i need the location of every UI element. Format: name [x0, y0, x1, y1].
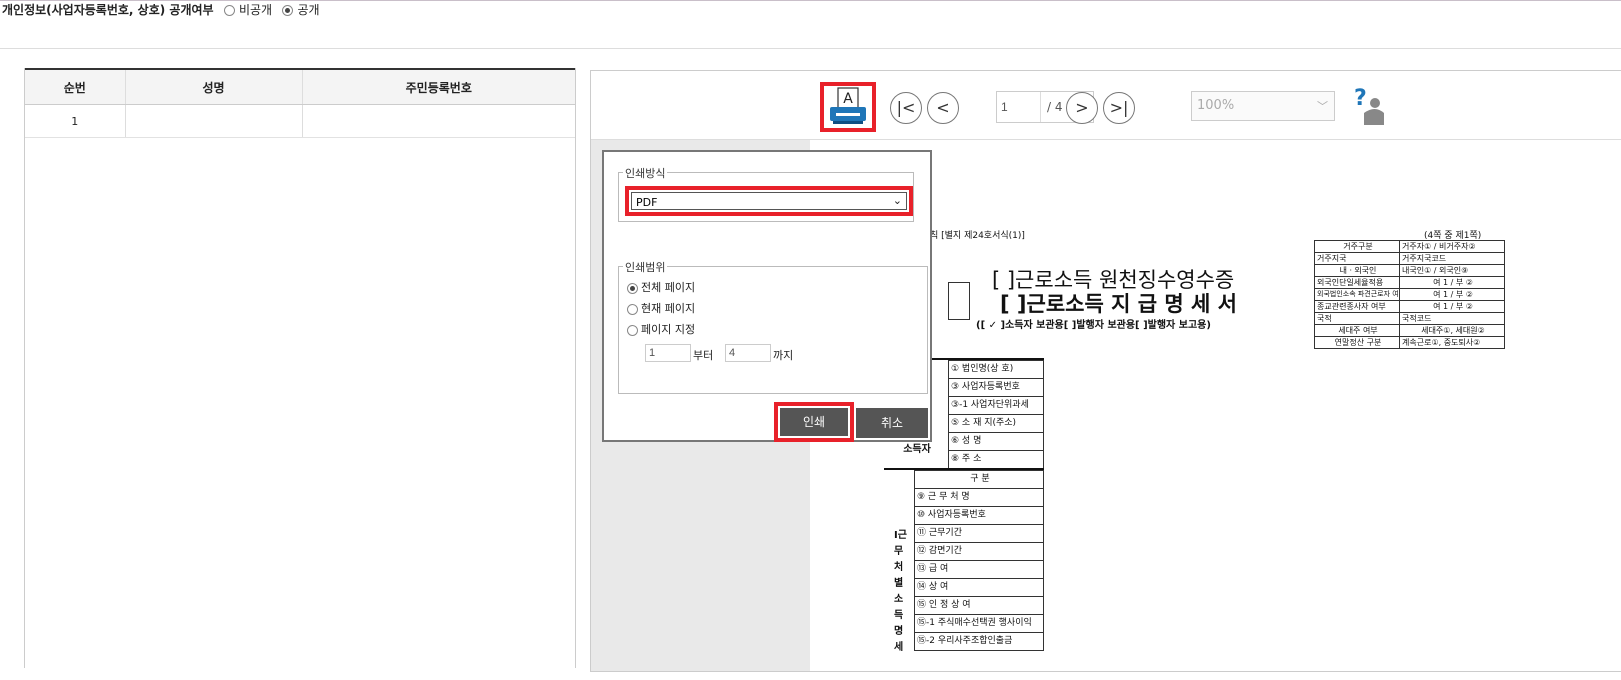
income-row: ⑮ 인 정 상 여: [914, 596, 1044, 615]
payer-row: ③ 사업자등록번호: [948, 378, 1044, 397]
print-method-select[interactable]: PDF ⌄: [625, 186, 913, 216]
table-row: 외국법인소속 파견근로자 여부 여 1 / 부 ②: [1314, 288, 1506, 301]
range-to-input[interactable]: [725, 344, 771, 362]
table-row: 거주지국 거주지국코드: [1314, 252, 1506, 265]
resident-info-table: 거주구분 거주자① / 비거주자② 거주지국 거주지국코드 내ㆍ외국인 내국인①…: [1314, 240, 1506, 349]
table-row: 거주구분 거주자① / 비거주자②: [1314, 240, 1506, 253]
range-all-option[interactable]: 전체 페이지: [627, 279, 695, 295]
income-row: ⑮-1 주식매수선택권 행사이익: [914, 614, 1044, 633]
page-number-input[interactable]: [997, 92, 1041, 122]
table-header-row: 순번 성명 주민등록번호: [25, 68, 575, 105]
radio-private-label: 비공개: [238, 3, 273, 17]
print-dialog: 인쇄방식 PDF ⌄ 인쇄범위 전체 페이지 현재 페이지 페이지 지정 부터 …: [602, 150, 932, 442]
income-header: 구 분: [914, 470, 1044, 489]
income-row: ⑭ 상 여: [914, 578, 1044, 597]
range-to-label: 까지: [773, 349, 794, 362]
table-row: 세대주 여부 세대주①, 세대원②: [1314, 324, 1506, 337]
radio-public[interactable]: [282, 5, 294, 16]
payer-row: ⑥ 성 명: [948, 432, 1044, 451]
payer-row: ⑧ 주 소: [948, 450, 1044, 469]
prev-page-button[interactable]: <: [927, 92, 959, 124]
col-header-seq[interactable]: 순번: [25, 68, 125, 105]
radio-range-all[interactable]: [627, 282, 638, 294]
form-stamp-box: [948, 282, 970, 320]
print-method-legend: 인쇄방식: [623, 165, 668, 181]
viewer-toolbar: A |< < / 4 > >| 100% ﹀ ?: [591, 71, 1621, 140]
radio-private[interactable]: [223, 5, 235, 16]
radio-range-current[interactable]: [627, 303, 638, 315]
payer-row: ③-1 사업자단위과세: [948, 396, 1044, 415]
form-subtitle: ([ ✓ ]소득자 보관용[ ]발행자 보관용[ ]발행자 보고용): [976, 320, 1211, 331]
table-row: 종교관련종사자 여부 여 1 / 부 ②: [1314, 300, 1506, 313]
chevron-down-icon: ⌄: [892, 194, 902, 207]
table-row: 내ㆍ외국인 내국인① / 외국인⑨: [1314, 264, 1506, 277]
zoom-select[interactable]: 100% ﹀: [1191, 91, 1335, 121]
payer-row: ① 법인명(상 호): [948, 360, 1044, 379]
page-total: / 4: [1047, 100, 1063, 114]
chevron-left-icon: <: [936, 98, 950, 117]
form-rule-ref: 칙 [별지 제24호서식(1)]: [930, 231, 1025, 241]
zoom-value: 100%: [1197, 98, 1235, 113]
dialog-print-label: 인쇄: [780, 408, 848, 436]
col-header-name[interactable]: 성명: [124, 68, 302, 105]
svg-text:A: A: [843, 91, 853, 107]
employee-list-panel: 순번 성명 주민등록번호 1: [24, 68, 576, 668]
income-section: Ⅰ근무처별소득명세 구 분 ⑨ 근 무 처 명 ⑩ 사업자등록번호 ⑪ 근무기간…: [884, 468, 1044, 680]
col-header-rrn[interactable]: 주민등록번호: [301, 68, 575, 105]
print-method-value: PDF: [636, 196, 658, 209]
range-from-label: 부터: [693, 349, 714, 362]
table-row: 외국인단일세율적용 여 1 / 부 ②: [1314, 276, 1506, 289]
first-page-icon: |<: [896, 98, 916, 117]
income-row: ⑪ 근무기간: [914, 524, 1044, 543]
income-row: ⑬ 급 여: [914, 560, 1044, 579]
privacy-title: 개인정보(사업자등록번호, 상호) 공개여부: [2, 3, 214, 17]
last-page-button[interactable]: >|: [1103, 92, 1135, 124]
chevron-down-icon: ﹀: [1317, 100, 1328, 113]
last-page-icon: >|: [1109, 98, 1129, 117]
print-method-select-inner: PDF ⌄: [631, 192, 907, 210]
cell-name: [124, 104, 302, 138]
printer-icon: A: [830, 87, 866, 124]
cell-seq: 1: [25, 104, 125, 138]
cell-rrn: [301, 104, 575, 138]
first-page-button[interactable]: |<: [890, 92, 922, 124]
range-current-option[interactable]: 현재 페이지: [627, 300, 695, 316]
help-icon[interactable]: ?: [1351, 87, 1385, 127]
info-label: 연말정산 구분: [1314, 336, 1400, 349]
chevron-right-icon: >: [1075, 98, 1089, 117]
form-title-2: [ ]근로소득 지 급 명 세 서: [1000, 292, 1237, 316]
svg-text:?: ?: [1354, 87, 1367, 111]
range-from-input[interactable]: [645, 344, 691, 362]
next-page-button[interactable]: >: [1066, 92, 1098, 124]
radio-public-label: 공개: [297, 3, 320, 17]
print-button[interactable]: A: [820, 82, 876, 132]
range-current-label: 현재 페이지: [641, 302, 696, 315]
range-custom-label: 페이지 지정: [641, 323, 696, 336]
privacy-bar: 개인정보(사업자등록번호, 상호) 공개여부 비공개 공개: [0, 0, 1621, 24]
employee-table: 순번 성명 주민등록번호 1: [25, 68, 575, 138]
income-row: ⑮-2 우리사주조합인출금: [914, 632, 1044, 651]
income-row: ⑩ 사업자등록번호: [914, 506, 1044, 525]
privacy-setting-row: 개인정보(사업자등록번호, 상호) 공개여부 비공개 공개: [2, 1, 320, 18]
print-range-fieldset: 인쇄범위 전체 페이지 현재 페이지 페이지 지정 부터 까지: [618, 259, 928, 394]
payer-row: ⑤ 소 재 지(주소): [948, 414, 1044, 433]
info-value: 계속근로①, 중도퇴사②: [1399, 336, 1505, 349]
dialog-cancel-button[interactable]: 취소: [856, 408, 928, 438]
print-range-legend: 인쇄범위: [623, 259, 668, 275]
radio-range-custom[interactable]: [627, 324, 638, 336]
income-side-label: Ⅰ근무처별소득명세: [894, 530, 907, 653]
table-row: 연말정산 구분 계속근로①, 중도퇴사②: [1314, 336, 1506, 349]
print-method-fieldset: 인쇄방식 PDF ⌄: [618, 165, 914, 222]
table-row: 국적 국적코드: [1314, 312, 1506, 325]
range-custom-option[interactable]: 페이지 지정: [627, 321, 695, 337]
table-row[interactable]: 1: [25, 104, 575, 138]
range-all-label: 전체 페이지: [641, 281, 696, 294]
income-row: ⑫ 감면기간: [914, 542, 1044, 561]
dialog-print-button[interactable]: 인쇄: [774, 402, 854, 442]
income-row: ⑨ 근 무 처 명: [914, 488, 1044, 507]
